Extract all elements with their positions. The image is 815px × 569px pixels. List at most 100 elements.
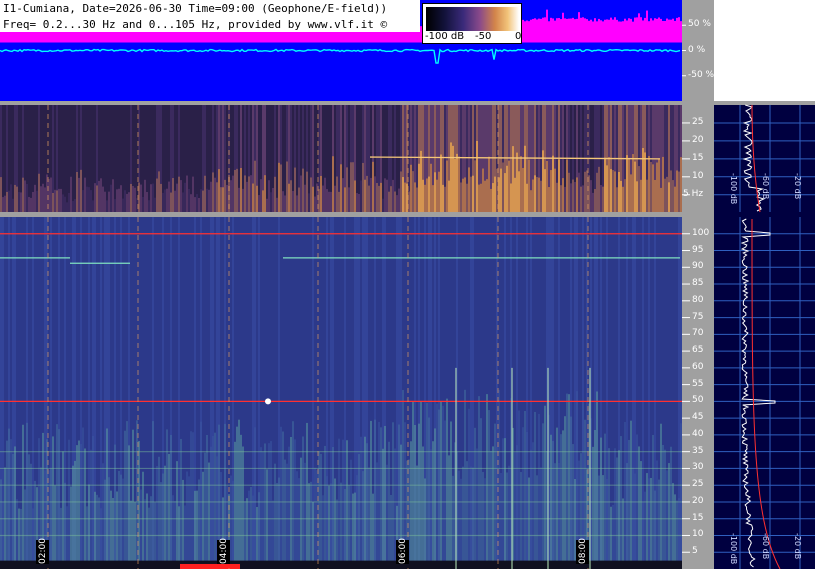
efield-tick-label: 75 [692,311,704,322]
amplitude-envelope-bar [678,17,680,43]
efield-low-energy [680,423,682,569]
geophone-energy [436,179,438,212]
efield-low-energy [252,495,254,569]
amplitude-envelope-bar [602,21,604,43]
amplitude-envelope-bar [654,18,656,43]
efield-low-energy [436,403,438,569]
geophone-energy [566,159,568,212]
efield-low-energy [322,495,324,569]
efield-low-energy [506,472,508,569]
efield-low-energy [676,500,678,569]
efield-tick-label: 10 [692,529,704,540]
geophone-energy [520,156,522,212]
geophone-energy [182,192,184,212]
geophone-energy [390,186,392,212]
efield-low-energy [328,485,330,569]
geophone-energy [674,186,676,212]
efield-low-energy [126,421,128,569]
geophone-energy [382,198,384,212]
geophone-energy [358,193,360,212]
efield-low-energy [426,402,428,569]
efield-low-energy [332,446,334,569]
efield-low-energy [672,483,674,569]
geophone-energy [574,181,576,212]
geophone-energy [556,182,558,212]
efield-tick-label: 85 [692,278,704,289]
efield-low-energy [90,449,92,569]
geophone-energy [552,155,554,212]
efield-low-energy [382,448,384,569]
header-subtitle: Freq= 0.2...30 Hz and 0...105 Hz, provid… [3,18,388,31]
geophone-energy [618,171,620,212]
efield-low-energy [504,438,506,569]
amplitude-envelope-bar [644,17,646,43]
panel-divider [0,101,815,105]
amplitude-envelope-bar [568,18,570,43]
efield-low-energy [200,421,202,569]
amplitude-envelope-bar [630,18,632,43]
geophone-energy [70,176,72,212]
geophone-energy [140,184,142,212]
geophone-energy [124,190,126,212]
geophone-energy [164,189,166,212]
efield-low-energy [656,460,658,569]
amplitude-envelope-bar [626,20,628,43]
efield-low-energy [616,457,618,569]
efield-low-energy [478,396,480,569]
efield-low-energy [294,439,296,569]
geophone-db-label: -100 dB [729,173,738,205]
amplitude-envelope-bar [584,18,586,43]
efield-low-energy [178,506,180,569]
geophone-energy [64,196,66,212]
efield-low-energy [538,413,540,569]
efield-low-energy [272,500,274,569]
efield-low-energy [296,471,298,569]
efield-low-energy [418,423,420,569]
geophone-energy [590,180,592,212]
efield-tick-label: 40 [692,428,704,439]
efield-low-energy [280,426,282,569]
geophone-energy [394,191,396,212]
efield-low-energy [514,452,516,569]
geophone-energy [162,192,164,212]
geophone-energy [568,172,570,212]
efield-low-energy [180,438,182,569]
geophone-energy [284,195,286,212]
amplitude-envelope-bar [640,17,642,43]
time-axis-label: 04:00 [217,538,230,564]
geophone-energy [152,183,154,212]
geophone-energy [446,160,448,212]
efield-low-energy [278,477,280,569]
efield-low-energy [624,422,626,569]
amplitude-envelope-bar [592,21,594,43]
efield-low-energy [18,508,20,569]
geophone-energy [502,162,504,212]
geophone-energy [28,196,30,212]
geophone-energy [248,176,250,212]
amplitude-envelope-bar [662,20,664,43]
geophone-energy [492,183,494,212]
efield-low-energy [16,499,18,569]
geophone-energy [440,154,442,212]
efield-low-energy [448,455,450,569]
geophone-energy [204,175,206,212]
efield-low-energy [352,493,354,569]
geophone-column [72,105,74,212]
efield-low-energy [678,498,680,569]
efield-tick-label: 80 [692,294,704,305]
geophone-column [266,105,268,212]
geophone-energy [246,181,248,212]
geophone-energy [232,175,234,212]
geophone-spectrogram-columns [0,105,682,212]
geophone-energy [266,198,268,212]
geophone-energy [282,191,284,212]
efield-low-energy [492,446,494,569]
geophone-energy [144,179,146,212]
geophone-energy [150,184,152,212]
amplitude-envelope-bar [596,21,598,43]
efield-low-energy [288,446,290,569]
efield-spectrogram-columns [0,217,682,569]
geophone-energy [472,175,474,212]
efield-low-energy [358,454,360,569]
geophone-energy [274,176,276,212]
